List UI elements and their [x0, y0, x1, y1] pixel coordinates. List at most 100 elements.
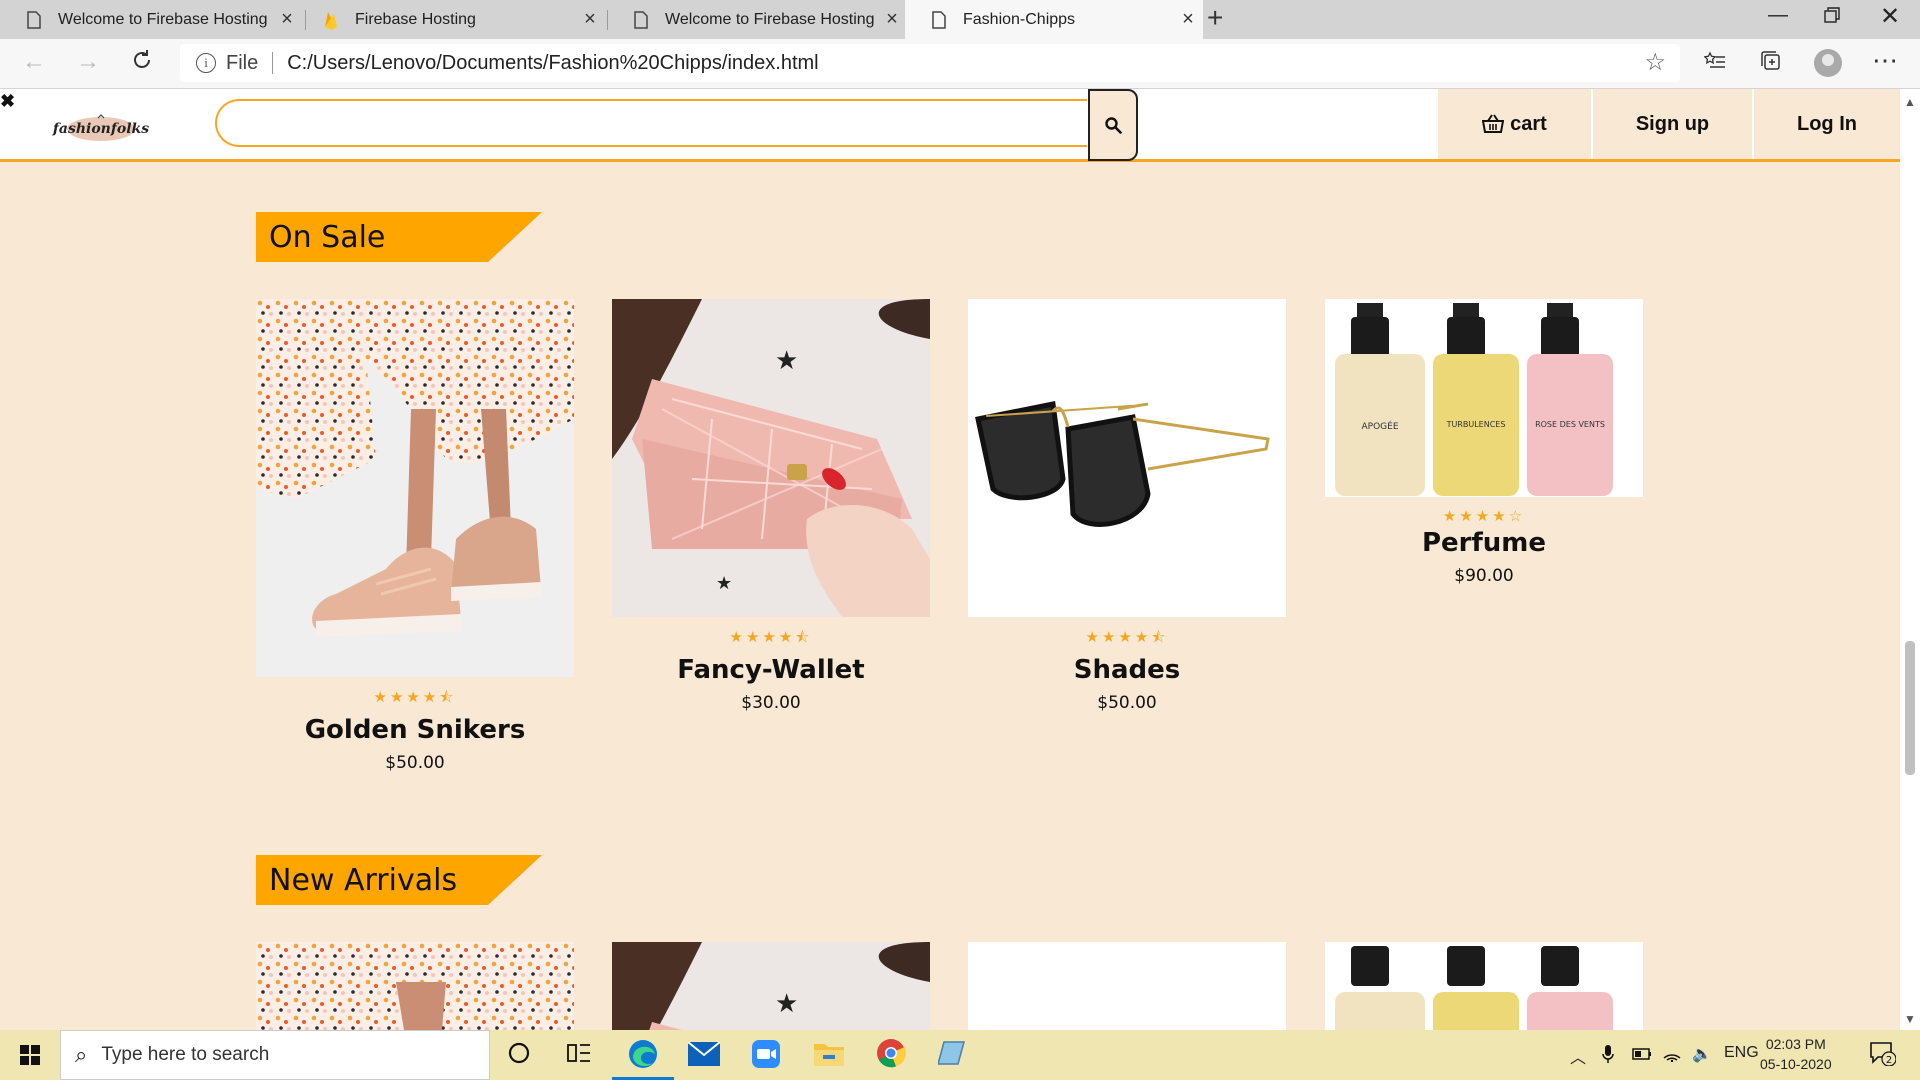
cart-label: cart: [1510, 112, 1547, 135]
page-scrollbar[interactable]: ▲ ▼: [1900, 89, 1920, 1030]
tab-close-button[interactable]: ×: [1173, 8, 1203, 31]
product-card[interactable]: [256, 942, 574, 1030]
product-image-wallet[interactable]: ★ ★: [612, 299, 930, 617]
product-image-perfume[interactable]: [1325, 942, 1643, 1030]
product-card[interactable]: ★★★★⯪ Shades $50.00: [968, 299, 1286, 713]
volume-icon[interactable]: 🔈: [1692, 1044, 1712, 1064]
task-view-icon[interactable]: [567, 1042, 591, 1071]
product-image-shades[interactable]: [968, 942, 1286, 1030]
notification-center-icon[interactable]: 2: [1870, 1042, 1897, 1071]
favorite-star-icon[interactable]: ☆: [1644, 48, 1666, 77]
svg-text:ROSE DES VENTS: ROSE DES VENTS: [1535, 420, 1605, 429]
scroll-up-arrow-icon[interactable]: ▲: [1904, 95, 1916, 109]
restore-button[interactable]: [1824, 6, 1840, 29]
cortana-icon[interactable]: [508, 1042, 530, 1071]
product-image-shades[interactable]: [968, 299, 1286, 617]
tab-close-button[interactable]: ×: [272, 8, 302, 31]
basket-icon: [1482, 114, 1505, 133]
product-price: $50.00: [1097, 693, 1157, 713]
product-price: $50.00: [385, 753, 445, 773]
tab-4-active[interactable]: Fashion-Chipps ×: [905, 0, 1203, 39]
file-explorer-icon[interactable]: [814, 1040, 844, 1073]
profile-avatar[interactable]: [1814, 49, 1842, 77]
svg-text:2: 2: [1886, 1055, 1892, 1066]
section-title: On Sale: [269, 220, 386, 255]
browser-tab-strip: Welcome to Firebase Hosting × Firebase H…: [0, 0, 1920, 39]
tab-3[interactable]: Welcome to Firebase Hosting ×: [607, 0, 907, 39]
login-button[interactable]: Log In: [1752, 89, 1900, 159]
refresh-button[interactable]: [130, 48, 154, 79]
tab-title: Fashion-Chipps: [963, 10, 1076, 28]
svg-text:★: ★: [775, 346, 798, 376]
tab-title: Firebase Hosting: [355, 10, 476, 28]
scheme-label: File: [226, 51, 259, 74]
tab-close-button[interactable]: ×: [575, 8, 605, 31]
close-icon[interactable]: ✖: [0, 91, 15, 112]
product-image-wallet[interactable]: ★: [612, 942, 930, 1030]
signup-button[interactable]: Sign up: [1591, 89, 1752, 159]
product-price: $30.00: [741, 693, 801, 713]
back-button[interactable]: ←: [22, 48, 46, 76]
edge-browser-icon[interactable]: [627, 1038, 659, 1077]
close-window-button[interactable]: ✕: [1880, 2, 1900, 31]
chrome-icon[interactable]: [876, 1038, 906, 1075]
product-name[interactable]: Perfume: [1325, 528, 1643, 558]
product-card[interactable]: ★ ★ ★★★★⯪ Fancy-Wallet $30.00: [612, 299, 930, 713]
taskbar-search-placeholder: Type here to search: [101, 1044, 270, 1065]
language-indicator[interactable]: ENG: [1724, 1044, 1759, 1062]
product-card[interactable]: [968, 942, 1286, 1030]
svg-text:APOGÉE: APOGÉE: [1361, 420, 1398, 432]
collections-icon[interactable]: [1760, 50, 1782, 78]
favorites-list-icon[interactable]: [1703, 50, 1726, 78]
windows-start-icon[interactable]: [20, 1045, 40, 1065]
rating-stars: ★★★★⯪: [373, 689, 457, 706]
product-name[interactable]: Shades: [968, 655, 1286, 685]
taskbar-search-box[interactable]: ⌕ Type here to search: [60, 1030, 490, 1080]
cart-button[interactable]: cart: [1438, 89, 1591, 159]
search-icon: ⌕: [75, 1042, 88, 1067]
rating-stars: ★★★★⯪: [1085, 629, 1169, 646]
product-image-sneakers[interactable]: [256, 299, 574, 677]
product-image-perfume[interactable]: APOGÉE TURBULENCES ROSE DES VENTS: [1325, 299, 1643, 497]
notepad-app-icon[interactable]: [937, 1040, 966, 1073]
battery-icon[interactable]: [1632, 1047, 1652, 1065]
svg-text:fashionfolks: fashionfolks: [52, 121, 149, 137]
system-clock[interactable]: 02:03 PM 05-10-2020: [1760, 1034, 1832, 1074]
product-image-sneakers[interactable]: [256, 942, 574, 1030]
product-name[interactable]: Fancy-Wallet: [612, 655, 930, 685]
tab-2[interactable]: Firebase Hosting ×: [305, 0, 605, 39]
site-header: ✖ fashionfolks cart Sign up Log In: [0, 89, 1900, 162]
wifi-icon[interactable]: [1662, 1044, 1682, 1067]
page-icon: [22, 10, 46, 29]
search-button[interactable]: [1088, 89, 1138, 161]
product-card[interactable]: APOGÉE TURBULENCES ROSE DES VENTS ★★★★☆ …: [1325, 299, 1643, 586]
scroll-thumb[interactable]: [1905, 641, 1915, 775]
tab-1[interactable]: Welcome to Firebase Hosting ×: [0, 0, 302, 39]
scroll-down-arrow-icon[interactable]: ▼: [1904, 1012, 1916, 1026]
product-card[interactable]: ★: [612, 942, 930, 1030]
mail-icon[interactable]: [687, 1041, 721, 1073]
login-label: Log In: [1797, 112, 1857, 135]
microphone-icon[interactable]: [1602, 1044, 1614, 1069]
info-icon[interactable]: i: [196, 53, 216, 73]
search-input[interactable]: [215, 99, 1087, 147]
section-banner-on-sale: On Sale: [256, 212, 542, 262]
forward-button[interactable]: →: [76, 48, 100, 76]
firebase-icon: [319, 10, 343, 30]
tray-chevron-up-icon[interactable]: ︿: [1570, 1044, 1586, 1068]
browser-toolbar: ← → i File C:/Users/Lenovo/Documents/Fas…: [0, 39, 1920, 89]
page-viewport: ✖ fashionfolks cart Sign up Log In On Sa…: [0, 89, 1900, 1030]
address-bar[interactable]: i File C:/Users/Lenovo/Documents/Fashion…: [180, 44, 1680, 82]
zoom-icon[interactable]: [752, 1040, 780, 1075]
url-text[interactable]: C:/Users/Lenovo/Documents/Fashion%20Chip…: [287, 52, 818, 75]
windows-taskbar: ⌕ Type here to search ︿ 🔈 ENG 02:03 PM 0…: [0, 1030, 1920, 1080]
tab-close-button[interactable]: ×: [877, 8, 907, 31]
new-tab-button[interactable]: +: [1207, 2, 1223, 34]
more-menu-icon[interactable]: ⋯: [1872, 45, 1898, 76]
svg-text:★: ★: [775, 989, 798, 1019]
product-name[interactable]: Golden Snikers: [256, 715, 574, 745]
minimize-button[interactable]: —: [1768, 4, 1788, 27]
site-logo[interactable]: fashionfolks: [40, 113, 162, 143]
product-card[interactable]: ★★★★⯪ Golden Snikers $50.00: [256, 299, 574, 773]
product-card[interactable]: [1325, 942, 1643, 1030]
